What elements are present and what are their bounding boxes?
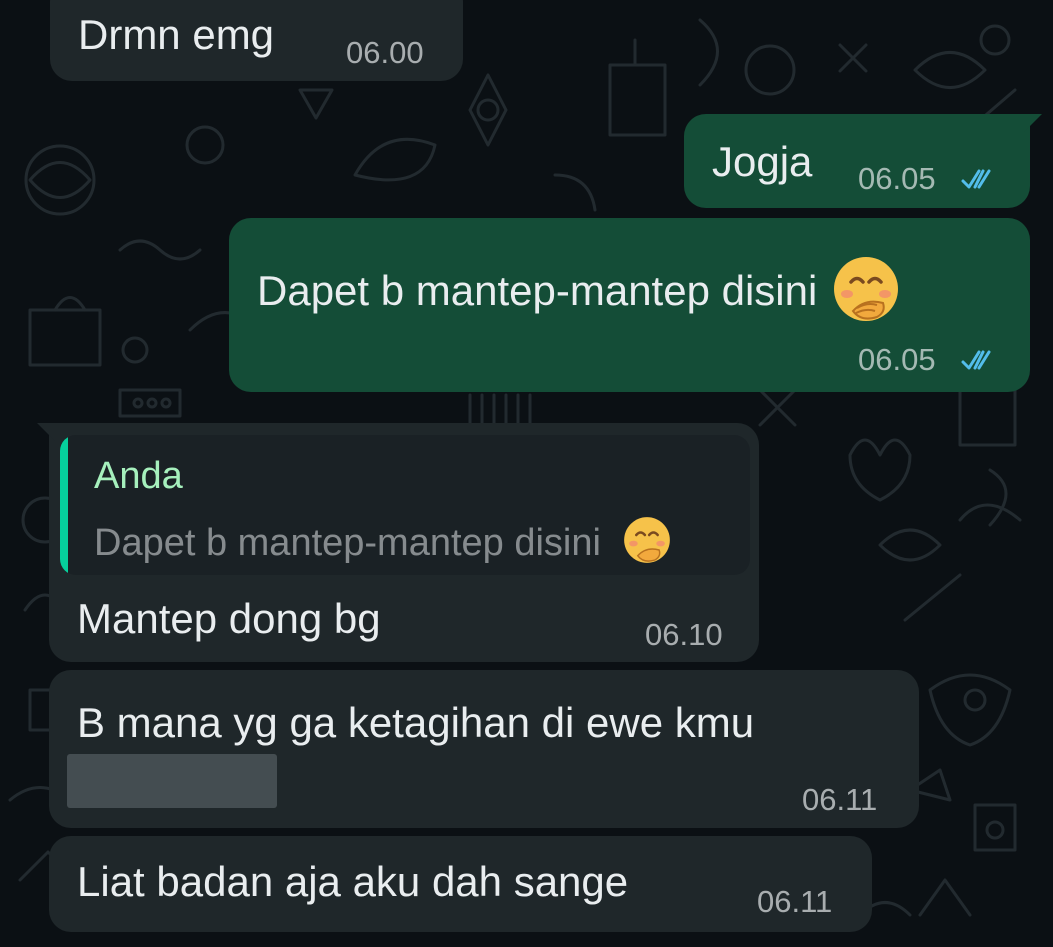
message-time: 06.05: [858, 161, 936, 196]
quote-accent-bar: [60, 435, 68, 575]
message-time: 06.11: [802, 782, 878, 817]
quoted-message-preview[interactable]: Anda Dapet b mantep-mantep disini: [60, 435, 750, 575]
chat-message-list: Drmn emg 06.00 Jogja 06.05 Dapet b mante…: [0, 0, 1053, 947]
message-time: 06.11: [757, 884, 833, 919]
message-text: Jogja: [712, 138, 813, 185]
bubble-tail: [37, 423, 55, 441]
message-text: Drmn emg: [78, 11, 275, 58]
quote-text: Dapet b mantep-mantep disini: [94, 522, 601, 565]
bubble-tail: [1024, 114, 1042, 132]
message-text-row: Dapet b mantep-mantep disini: [257, 254, 901, 329]
incoming-message[interactable]: Drmn emg 06.00: [50, 0, 463, 81]
quote-text-row: Dapet b mantep-mantep disini: [94, 515, 672, 575]
message-text: Liat badan aja aku dah sange: [77, 858, 629, 905]
quote-author: Anda: [94, 455, 183, 497]
message-time: 06.10: [645, 617, 723, 652]
message-time: 06.05: [858, 342, 936, 377]
double-check-icon: [959, 346, 1001, 374]
message-time: 06.00: [346, 35, 424, 70]
double-check-icon: [959, 165, 1001, 193]
outgoing-message[interactable]: Dapet b mantep-mantep disini 06.05: [229, 218, 1030, 392]
incoming-message[interactable]: Liat badan aja aku dah sange 06.11: [49, 836, 872, 932]
message-text: Dapet b mantep-mantep disini: [257, 267, 818, 315]
face-with-hand-over-mouth-icon: [622, 515, 672, 575]
face-with-hand-over-mouth-icon: [831, 254, 901, 329]
outgoing-message[interactable]: Jogja 06.05: [684, 114, 1042, 208]
redacted-text-block: [67, 754, 277, 808]
message-text: B mana yg ga ketagihan di ewe kmu: [77, 699, 755, 746]
message-text: Mantep dong bg: [77, 595, 381, 642]
